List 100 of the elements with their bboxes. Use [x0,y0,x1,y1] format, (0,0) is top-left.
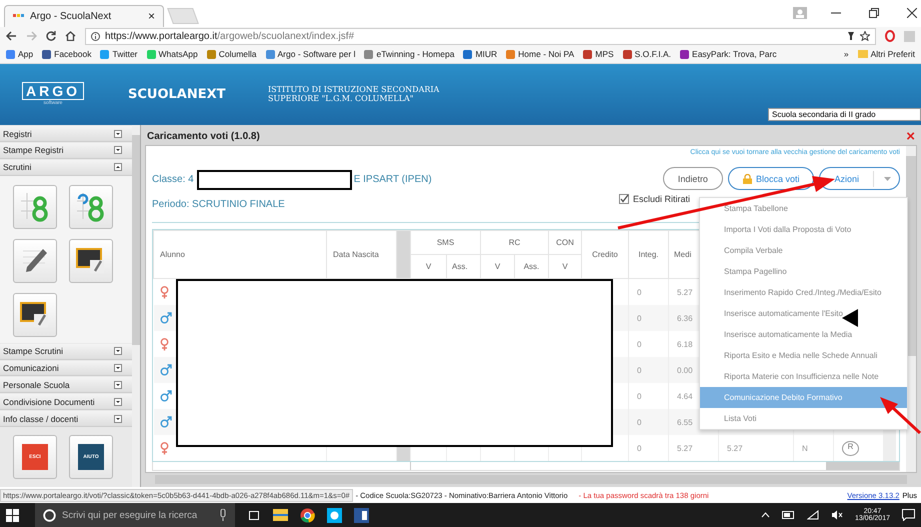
scrollbar[interactable] [132,125,140,488]
bookmark-link[interactable]: MPS [583,49,614,60]
opera-icon[interactable] [885,30,895,42]
table-cell: 5.27 [668,435,718,462]
word-icon[interactable] [354,508,369,522]
close-icon[interactable] [907,8,917,18]
class-label: Classe: 4 [152,174,194,188]
speaker-icon[interactable] [830,510,843,520]
battery-icon[interactable] [782,511,795,519]
exclude-withdrawn-checkbox[interactable]: Escludi Ritirati [618,194,690,204]
bookmark-favicon-icon [6,50,15,59]
status-badge[interactable]: R [842,440,859,456]
bookmark-favicon-icon [463,50,472,59]
skype-icon[interactable] [327,508,342,522]
bookmark-favicon-icon [364,50,374,59]
table-cell: 0 [628,357,668,384]
chevron-up-icon[interactable] [760,512,770,518]
scrutini-tile[interactable] [69,238,113,283]
pointer-triangle-icon [842,309,858,327]
bookmark-folder[interactable]: Altri Preferit [858,49,915,60]
bookmark-favicon-icon [42,50,52,59]
bookmark-favicon-icon [506,50,516,59]
menu-item[interactable]: Stampa Tabellone [700,198,907,219]
bookmark-link[interactable]: Home - Noi PA [506,49,574,60]
bookmark-favicon-icon [583,50,592,59]
subject-header: SMS [410,230,480,255]
bookmark-link[interactable]: App [6,49,34,60]
sidebar-section-header[interactable]: Scrutini [0,160,132,176]
scrutini-tile[interactable] [69,184,113,229]
bookmark-favicon-icon [266,50,275,59]
taskbar-search-field[interactable]: Scrivi qui per eseguire la ricerca [35,503,235,527]
period-label: Periodo: SCRUTINIO FINALE [152,199,286,210]
home-icon[interactable] [65,31,76,42]
sidebar-section-header[interactable]: Registri [0,126,132,142]
bookmark-favicon-icon [206,50,216,59]
scrollbar[interactable] [152,462,900,472]
folder-icon [858,50,868,58]
scrutini-tile[interactable] [13,292,57,337]
windows-start-icon[interactable] [6,508,19,522]
star-icon[interactable] [860,31,870,42]
notification-icon[interactable] [902,509,915,521]
argo-logo: ARGO [22,82,84,100]
sidebar-section-header[interactable]: Comunicazioni [0,360,132,376]
bookmark-link[interactable]: S.O.F.I.A. [622,49,672,60]
subject-header: RC [480,230,548,255]
scrutini-tile[interactable] [13,238,57,283]
sidebar-section-header[interactable]: Personale Scuola [0,377,132,394]
back-arrow-icon[interactable] [6,31,17,42]
bookmark-link[interactable]: Columella [206,49,257,60]
lock-votes-button[interactable]: Blocca voti [728,167,814,190]
bookmark-link[interactable]: Twitter [100,49,138,60]
subject-header: CON [548,230,582,255]
back-button[interactable]: Indietro [662,167,723,190]
male-icon [160,390,172,402]
bookmark-favicon-icon [100,50,110,59]
colored-bars-icon [13,14,25,18]
network-icon[interactable] [806,510,819,520]
microphone-icon[interactable] [219,509,227,521]
table-cell: 5.27 [718,435,794,462]
sidebar-section-header[interactable]: Stampe Scrutini [0,344,132,360]
chrome-icon[interactable] [300,508,315,522]
table-cell: 0 [628,435,668,462]
task-view-icon[interactable] [247,510,261,520]
padlock-icon [742,174,752,184]
info-icon [91,32,100,41]
scrutini-tile[interactable] [13,184,57,229]
restore-icon[interactable] [869,8,879,18]
actions-button[interactable]: Azioni [819,167,900,190]
bookmark-favicon-icon [622,50,632,59]
school-name-line: SUPERIORE "L.G.M. COLUMELLA" [268,94,414,104]
school-type-field[interactable]: Scuola secondaria di II grado [768,108,921,122]
bookmark-link[interactable]: eTwinning - Homepa [364,49,454,60]
male-icon [160,416,172,428]
reload-icon[interactable] [46,31,56,42]
bookmark-link[interactable]: EasyPark: Trova, Parc [680,49,777,60]
sidebar-section-header[interactable]: Stampe Registri [0,142,132,159]
bookmark-link[interactable]: Argo - Software per l [266,49,356,60]
sidebar-section-header[interactable]: Info classe / docenti [0,411,132,428]
bookmark-favicon-icon [680,50,690,59]
bookmark-link[interactable]: Facebook [42,49,92,60]
column-header: Integ. [628,230,668,279]
bookmark-link[interactable]: WhatsApp [146,49,198,60]
bookmark-favicon-icon [146,50,156,59]
sidebar-section-header[interactable]: Condivisione Documenti [0,394,132,410]
more-bookmarks-button[interactable]: » [844,49,849,60]
annotation-arrow [880,397,921,434]
school-name-line: ISTITUTO DI ISTRUZIONE SECONDARIA [268,85,440,94]
bookmark-link[interactable]: MIUR [463,49,498,60]
table-cell: N [794,435,834,462]
male-icon [160,364,172,376]
female-icon [160,442,168,455]
product-name: SCUOLANEXT [128,86,227,102]
browser-tab[interactable]: Argo - ScuolaNext × [4,4,164,27]
folder-icon[interactable] [273,509,288,521]
male-icon [160,312,172,324]
address-field[interactable]: https://www.portaleargo.it/argoweb/scuolanext/index.jsf# [85,28,876,45]
column-header: Credito [582,230,628,279]
column-header: Alunno [154,230,326,279]
panel-title: Caricamento voti (1.0.8) [147,130,260,142]
caret-icon [884,176,891,181]
